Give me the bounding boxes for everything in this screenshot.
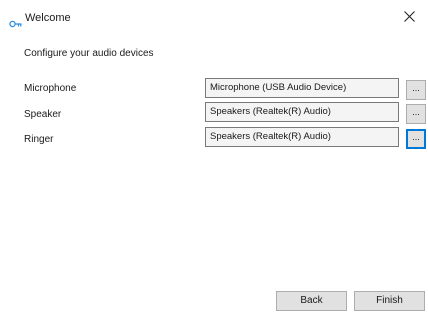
title-bar: Welcome [0,0,428,38]
ringer-label: Ringer [24,134,54,145]
speaker-browse-button[interactable]: ... [406,104,426,124]
close-icon [403,9,415,27]
microphone-label: Microphone [24,83,77,94]
section-heading: Configure your audio devices [24,48,154,59]
ringer-browse-button[interactable]: ... [406,129,426,149]
microphone-device-field[interactable]: Microphone (USB Audio Device) [205,78,399,98]
key-icon [9,15,22,28]
back-button[interactable]: Back [276,291,347,311]
window-title: Welcome [25,12,71,24]
speaker-label: Speaker [24,109,62,120]
microphone-browse-button[interactable]: ... [406,80,426,100]
welcome-dialog: Welcome Configure your audio devices Mic… [0,0,428,312]
close-button[interactable] [394,4,424,32]
finish-button[interactable]: Finish [354,291,425,311]
ringer-device-field[interactable]: Speakers (Realtek(R) Audio) [205,127,399,147]
speaker-device-field[interactable]: Speakers (Realtek(R) Audio) [205,102,399,122]
